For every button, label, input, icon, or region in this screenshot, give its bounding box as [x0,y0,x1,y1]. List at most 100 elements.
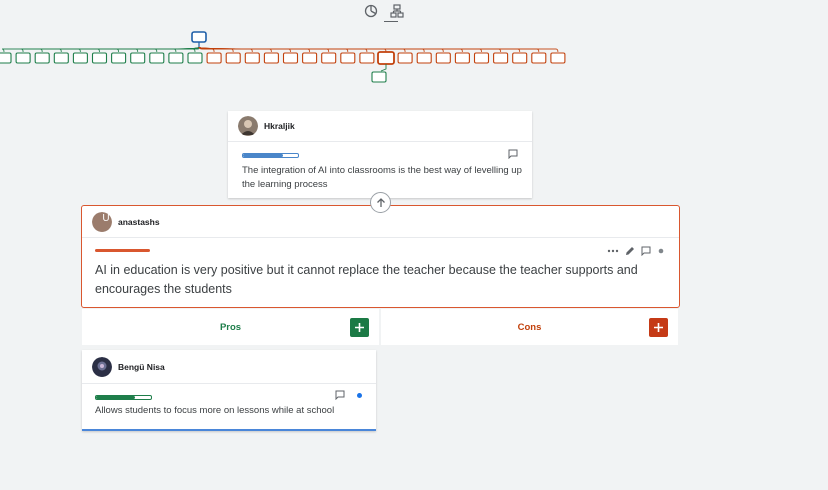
impact-bar-track [242,153,299,158]
tree-connector [198,46,482,53]
arrow-up-icon [376,197,385,207]
tree-node-pro[interactable] [130,52,146,64]
tree-node-pro[interactable] [15,52,31,64]
pro-argument-meta [335,390,362,400]
tree-node-con[interactable] [435,52,451,64]
tree-node-con[interactable] [416,52,432,64]
tree-node-pro[interactable] [187,52,203,64]
tree-connector [198,46,406,53]
pros-label: Pros [219,321,242,333]
impact-bar-fill [96,396,135,399]
tree-connector [97,46,200,53]
parent-argument-card[interactable]: Hkraljik The integration of AI into clas… [228,111,532,198]
impact-bar-fill [243,154,283,157]
tree-node-con[interactable] [302,52,318,64]
author-name[interactable]: Hkraljik [264,121,295,131]
tree-connector [198,46,311,53]
tree-node-pro[interactable] [149,52,165,64]
tree-node-con[interactable] [206,52,222,64]
active-view-indicator [384,21,398,22]
focused-tree-node[interactable] [377,51,395,65]
cons-column-header: Cons [381,309,678,345]
pros-column-header: Pros [82,309,379,345]
tree-node-con[interactable] [454,52,470,64]
selected-tree-node[interactable] [191,31,207,43]
tree-node-con[interactable] [493,52,509,64]
tree-node-con[interactable] [282,52,299,64]
status-dot-icon [658,248,664,254]
plus-icon [355,323,364,332]
impact-bar [95,395,152,400]
tree-node-pro[interactable] [72,52,88,64]
tree-connector [198,46,349,53]
avatar [92,356,112,377]
tree-node-pro[interactable] [168,52,184,64]
plus-icon [654,323,663,332]
tree-node-pro[interactable] [0,52,12,64]
impact-bar-track [95,395,152,400]
pro-argument-card[interactable]: Bengü Nisa Allows students to focus more… [82,350,376,431]
tree-connector [198,46,521,53]
author-name[interactable]: anastashs [118,217,160,227]
impact-bar-track [95,249,151,252]
impact-bar [95,249,151,252]
tree-node-con[interactable] [531,52,547,64]
view-toolbar [364,4,404,22]
tree-node-con[interactable] [359,52,375,64]
argument-text[interactable]: AI in education is very positive but it … [95,261,655,299]
tree-connector [198,46,253,53]
impact-bar [242,153,299,158]
argument-actions [607,246,665,256]
more-icon[interactable] [607,246,619,256]
argument-text[interactable]: The integration of AI into classrooms is… [242,164,522,192]
tree-connector [116,46,200,53]
tree-connector [135,46,200,53]
tree-node-con[interactable] [225,52,241,64]
tree-node-con[interactable] [512,52,528,64]
comment-icon[interactable] [641,246,651,256]
tree-connector [1,46,200,53]
add-pro-button[interactable] [350,318,369,337]
stats-icon[interactable] [364,4,378,18]
go-to-parent-button[interactable] [370,192,391,213]
unread-indicator [357,392,362,398]
tree-node-pro[interactable] [91,52,108,64]
parent-argument-header: Hkraljik [228,111,532,142]
tree-connector [198,46,540,53]
argument-tree-map [0,31,566,83]
avatar [238,116,258,136]
tree-connector [380,64,387,72]
tree-node-child[interactable] [371,71,387,83]
tree-connector [198,46,559,53]
tree-node-pro[interactable] [111,52,127,64]
cons-label: Cons [517,321,542,333]
tree-node-con[interactable] [473,52,490,64]
tree-node-con[interactable] [244,52,260,64]
comment-icon[interactable] [335,390,345,400]
comment-icon[interactable] [508,149,518,159]
add-con-button[interactable] [649,318,668,337]
tree-node-pro[interactable] [34,52,50,64]
tree-connector [198,46,272,53]
tree-node-con[interactable] [340,52,356,64]
pro-argument-header: Bengü Nisa [82,350,376,384]
tree-node-pro[interactable] [53,52,69,64]
impact-bar-fill [95,249,150,252]
edit-icon[interactable] [625,246,635,256]
tree-connector [21,46,200,53]
tree-node-con[interactable] [263,52,279,64]
focused-argument-card[interactable]: U anastashs AI in education is very posi… [81,205,680,308]
tree-connector [154,46,200,53]
argument-text[interactable]: Allows students to focus more on lessons… [95,404,365,418]
avatar-letter: U [102,213,110,224]
tree-connector [198,46,502,53]
tree-node-con[interactable] [550,52,566,64]
tree-layout-icon[interactable] [390,4,404,18]
tree-connector [198,46,387,53]
tree-connector [198,46,368,53]
tree-node-con[interactable] [321,52,337,64]
author-name[interactable]: Bengü Nisa [118,362,165,372]
tree-connector [78,46,200,53]
tree-connector [198,46,444,53]
tree-node-con[interactable] [397,52,413,64]
